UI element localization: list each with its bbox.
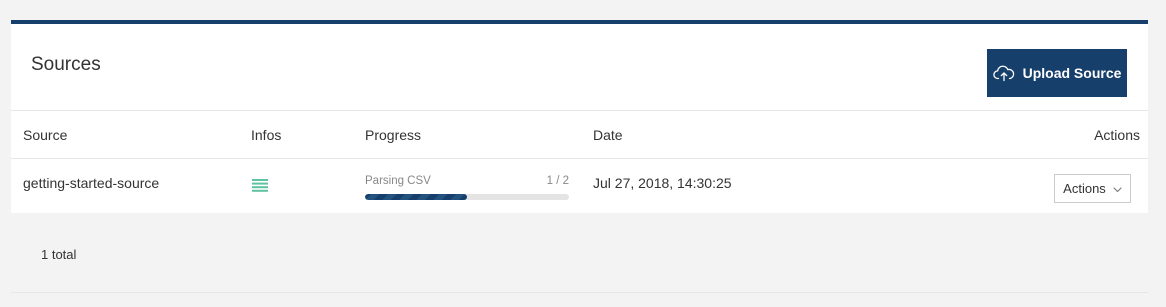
list-icon[interactable] [252,179,268,195]
progress-count: 1 / 2 [546,175,569,187]
sources-card: Sources Upload Source Source Infos Progr… [11,20,1148,213]
card-header: Sources Upload Source [11,24,1148,111]
page-title: Sources [31,54,101,75]
table-header: Source Infos Progress Date Actions [11,111,1148,159]
column-header-actions: Actions [1094,127,1140,143]
total-count: 1 total [41,247,77,262]
progress-bar [365,194,569,200]
actions-dropdown[interactable]: Actions [1054,174,1131,203]
table-row: getting-started-source Parsing CSV 1 / 2… [11,159,1148,213]
chevron-down-icon [1113,181,1122,196]
footer-divider [11,292,1148,293]
column-header-progress: Progress [365,127,422,143]
column-header-source: Source [23,127,68,143]
upload-source-label: Upload Source [1022,65,1122,81]
actions-dropdown-label: Actions [1063,181,1106,196]
source-date: Jul 27, 2018, 14:30:25 [593,175,732,191]
upload-source-button[interactable]: Upload Source [987,49,1127,97]
column-header-infos: Infos [251,127,282,143]
progress-label: Parsing CSV [365,175,431,187]
cloud-upload-icon [992,64,1015,82]
progress-bar-fill [365,194,467,200]
source-name: getting-started-source [23,175,160,191]
column-header-date: Date [593,127,623,143]
